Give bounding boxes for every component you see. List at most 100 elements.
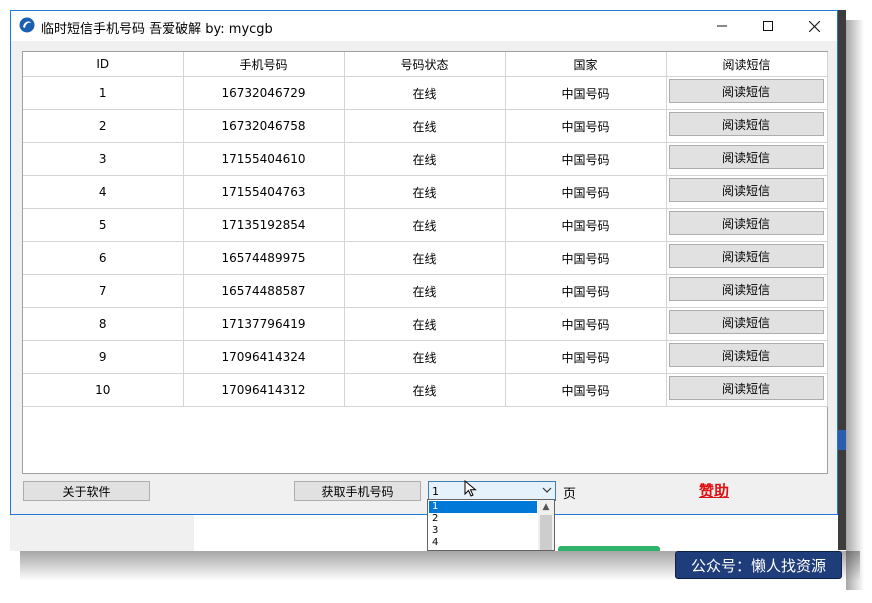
dropdown-scrollbar[interactable]: ▲ (538, 500, 554, 550)
cell-country: 中国号码 (505, 307, 667, 341)
cell-id: 1 (23, 76, 184, 110)
table-row[interactable]: 9 17096414324 在线 中国号码 阅读短信 (23, 340, 828, 374)
fetch-numbers-button[interactable]: 获取手机号码 (294, 481, 421, 501)
column-header-id[interactable]: ID (23, 52, 184, 77)
maximize-icon (763, 21, 773, 31)
cell-id: 6 (23, 241, 184, 275)
cell-country: 中国号码 (505, 109, 667, 143)
cell-status: 在线 (344, 340, 506, 374)
page-select-value: 1 (432, 485, 439, 498)
cell-id: 9 (23, 340, 184, 374)
cell-status: 在线 (344, 208, 506, 242)
read-sms-button[interactable]: 阅读短信 (668, 244, 824, 268)
scroll-up-icon[interactable]: ▲ (538, 500, 554, 514)
title-bar: 临时短信手机号码 吾爱破解 by: mycgb (11, 11, 837, 41)
cell-phone: 17096414312 (183, 373, 345, 407)
read-sms-button[interactable]: 阅读短信 (668, 376, 824, 400)
cell-action: 阅读短信 (666, 274, 828, 308)
table-row[interactable]: 2 16732046758 在线 中国号码 阅读短信 (23, 109, 828, 143)
read-sms-button[interactable]: 阅读短信 (668, 79, 824, 103)
read-sms-button[interactable]: 阅读短信 (668, 343, 824, 367)
table-row[interactable]: 3 17155404610 在线 中国号码 阅读短信 (23, 142, 828, 176)
cell-phone: 17155404610 (183, 142, 345, 176)
table-row[interactable]: 4 17155404763 在线 中国号码 阅读短信 (23, 175, 828, 209)
table-header-row: ID 手机号码 号码状态 国家 阅读短信 (23, 52, 828, 77)
window-shadow-right (846, 20, 864, 590)
cell-id: 2 (23, 109, 184, 143)
cell-status: 在线 (344, 274, 506, 308)
cell-id: 5 (23, 208, 184, 242)
chevron-down-icon[interactable] (542, 483, 552, 500)
column-header-read-sms[interactable]: 阅读短信 (666, 52, 828, 77)
page-select[interactable]: 1 (428, 481, 556, 501)
table-row[interactable]: 1 16732046729 在线 中国号码 阅读短信 (23, 76, 828, 110)
cell-country: 中国号码 (505, 175, 667, 209)
cell-country: 中国号码 (505, 208, 667, 242)
table-row[interactable]: 5 17135192854 在线 中国号码 阅读短信 (23, 208, 828, 242)
maximize-button[interactable] (745, 11, 791, 41)
cell-action: 阅读短信 (666, 109, 828, 143)
cell-action: 阅读短信 (666, 142, 828, 176)
cell-action: 阅读短信 (666, 208, 828, 242)
cell-action: 阅读短信 (666, 340, 828, 374)
cell-action: 阅读短信 (666, 241, 828, 275)
phone-number-table: ID 手机号码 号码状态 国家 阅读短信 1 16732046729 在线 中国… (23, 52, 828, 407)
read-sms-button[interactable]: 阅读短信 (668, 112, 824, 136)
cell-action: 阅读短信 (666, 76, 828, 110)
background-accent (838, 430, 846, 450)
table-row[interactable]: 7 16574488587 在线 中国号码 阅读短信 (23, 274, 828, 308)
phone-number-grid: ID 手机号码 号码状态 国家 阅读短信 1 16732046729 在线 中国… (22, 51, 828, 474)
cell-status: 在线 (344, 142, 506, 176)
cell-id: 8 (23, 307, 184, 341)
cell-country: 中国号码 (505, 373, 667, 407)
read-sms-button[interactable]: 阅读短信 (668, 178, 824, 202)
cell-phone: 17137796419 (183, 307, 345, 341)
cell-status: 在线 (344, 307, 506, 341)
cell-id: 4 (23, 175, 184, 209)
cell-phone: 16732046729 (183, 76, 345, 110)
cell-action: 阅读短信 (666, 307, 828, 341)
column-header-status[interactable]: 号码状态 (344, 52, 506, 77)
cell-status: 在线 (344, 241, 506, 275)
cell-country: 中国号码 (505, 274, 667, 308)
read-sms-button[interactable]: 阅读短信 (668, 310, 824, 334)
close-button[interactable] (791, 11, 837, 41)
table-row[interactable]: 6 16574489975 在线 中国号码 阅读短信 (23, 241, 828, 275)
read-sms-button[interactable]: 阅读短信 (668, 211, 824, 235)
cell-status: 在线 (344, 373, 506, 407)
column-header-phone[interactable]: 手机号码 (183, 52, 345, 77)
background-panel-left (10, 515, 194, 551)
minimize-button[interactable] (699, 11, 745, 41)
cell-action: 阅读短信 (666, 373, 828, 407)
close-icon (808, 20, 820, 32)
cell-country: 中国号码 (505, 241, 667, 275)
scroll-thumb[interactable] (540, 515, 552, 550)
cell-country: 中国号码 (505, 142, 667, 176)
read-sms-button[interactable]: 阅读短信 (668, 145, 824, 169)
cell-status: 在线 (344, 76, 506, 110)
table-row[interactable]: 8 17137796419 在线 中国号码 阅读短信 (23, 307, 828, 341)
cell-phone: 17155404763 (183, 175, 345, 209)
cell-phone: 16574489975 (183, 241, 345, 275)
cell-country: 中国号码 (505, 340, 667, 374)
dropdown-option[interactable]: 1 (429, 501, 537, 513)
page-suffix-label: 页 (563, 487, 577, 502)
dropdown-option[interactable]: 3 (429, 525, 537, 537)
table-row[interactable]: 10 17096414312 在线 中国号码 阅读短信 (23, 373, 828, 407)
cell-action: 阅读短信 (666, 175, 828, 209)
dropdown-option[interactable]: 4 (429, 537, 537, 549)
sponsor-link[interactable]: 赞助 (699, 480, 729, 501)
cell-status: 在线 (344, 109, 506, 143)
page-dropdown-list: 1 2 3 4 ▲ (427, 499, 555, 551)
cell-phone: 17135192854 (183, 208, 345, 242)
cell-phone: 17096414324 (183, 340, 345, 374)
cell-status: 在线 (344, 175, 506, 209)
app-window: 临时短信手机号码 吾爱破解 by: mycgb ID 手机号码 号码状态 国家 … (10, 10, 838, 515)
about-button[interactable]: 关于软件 (23, 481, 150, 501)
cell-id: 3 (23, 142, 184, 176)
dropdown-option[interactable]: 2 (429, 513, 537, 525)
column-header-country[interactable]: 国家 (505, 52, 667, 77)
cell-id: 7 (23, 274, 184, 308)
cell-id: 10 (23, 373, 184, 407)
read-sms-button[interactable]: 阅读短信 (668, 277, 824, 301)
